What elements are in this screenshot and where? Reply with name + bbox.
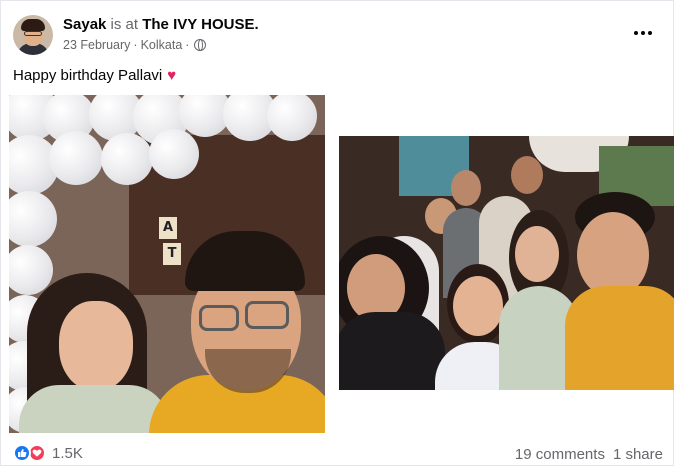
caption-text: Happy birthday Pallavi <box>13 67 163 84</box>
avatar-glasses <box>24 31 42 36</box>
person-head <box>453 276 503 336</box>
balloon <box>101 133 153 185</box>
person-face <box>59 301 133 391</box>
shares-count[interactable]: 1 share <box>613 446 663 463</box>
checkin-text: is at <box>110 16 139 33</box>
person-body <box>339 312 445 390</box>
balloon <box>49 131 103 185</box>
person-head <box>511 156 543 194</box>
balloon <box>9 191 57 247</box>
author-line: Sayak is at The IVY HOUSE. <box>63 16 259 33</box>
more-dot-icon <box>648 31 652 35</box>
post-date[interactable]: 23 February <box>63 38 130 52</box>
comments-count[interactable]: 19 comments <box>515 446 605 463</box>
heart-icon: ♥ <box>167 67 177 84</box>
banner-letter: T <box>163 243 181 265</box>
post-photo-2[interactable] <box>339 136 674 390</box>
person-hoodie <box>565 286 674 390</box>
more-dot-icon <box>634 31 638 35</box>
facebook-post: Sayak is at The IVY HOUSE. 23 February ·… <box>0 0 674 466</box>
reaction-count[interactable]: 1.5K <box>52 445 83 462</box>
post-meta: 23 February · Kolkata · <box>63 38 207 52</box>
globe-icon[interactable] <box>194 39 207 51</box>
meta-separator-2: · <box>185 38 190 52</box>
post-header: Sayak is at The IVY HOUSE. 23 February ·… <box>13 13 663 57</box>
person-jacket <box>19 385 169 433</box>
glasses-left-lens <box>199 305 239 331</box>
glasses-right-lens <box>245 301 289 329</box>
author-name[interactable]: Sayak <box>63 16 106 33</box>
balloon <box>149 129 199 179</box>
reactions-summary[interactable]: 1.5K <box>13 444 83 462</box>
more-dot-icon <box>641 31 645 35</box>
person-head <box>515 226 559 282</box>
person-head <box>451 170 481 206</box>
avatar-hair <box>21 19 45 31</box>
meta-separator: · <box>133 38 138 52</box>
post-footer: 1.5K 19 comments 1 share <box>13 441 663 466</box>
place-name[interactable]: The IVY HOUSE. <box>142 16 258 33</box>
author-avatar[interactable] <box>13 15 53 55</box>
banner-letter: A <box>159 217 177 239</box>
post-photo-1[interactable]: A T <box>9 95 325 433</box>
post-location[interactable]: Kolkata <box>141 38 183 52</box>
more-options-button[interactable] <box>627 21 659 45</box>
like-icon <box>13 444 31 462</box>
post-caption: Happy birthday Pallavi ♥ <box>13 67 176 84</box>
post-stats: 19 comments 1 share <box>515 446 663 463</box>
